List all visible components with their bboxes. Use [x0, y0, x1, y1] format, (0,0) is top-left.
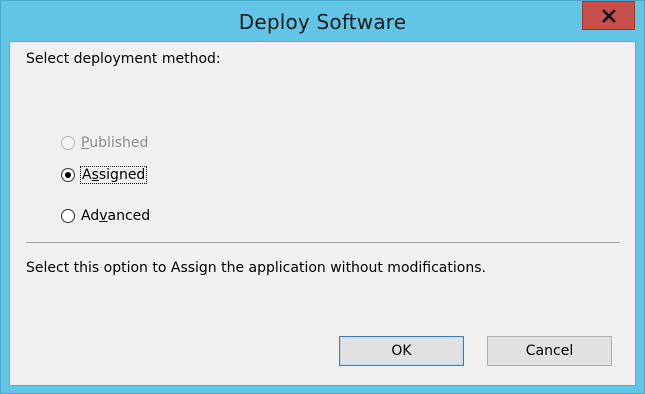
radio-advanced-circle[interactable] — [61, 209, 75, 223]
radio-published[interactable]: Published — [61, 132, 148, 154]
radio-assigned-circle[interactable] — [61, 168, 75, 182]
radio-published-label: Published — [81, 135, 149, 151]
radio-advanced[interactable]: Advanced — [61, 205, 150, 227]
radio-assigned-label: Assigned — [79, 166, 148, 184]
window-title: Deploy Software — [238, 10, 407, 34]
dialog-window: Deploy Software Select deployment method… — [0, 0, 645, 394]
ok-button[interactable]: OK — [339, 336, 464, 366]
radio-assigned[interactable]: Assigned — [61, 164, 148, 186]
radio-published-circle[interactable] — [61, 136, 75, 150]
radio-advanced-label: Advanced — [81, 208, 151, 224]
close-icon — [601, 8, 616, 23]
title-bar[interactable]: Deploy Software — [1, 1, 644, 41]
radio-selected-dot — [65, 172, 71, 178]
deployment-method-label: Select deployment method: — [26, 51, 221, 67]
cancel-button[interactable]: Cancel — [487, 336, 612, 366]
option-description: Select this option to Assign the applica… — [26, 260, 486, 276]
separator-line — [26, 242, 620, 243]
close-button[interactable] — [582, 1, 635, 30]
